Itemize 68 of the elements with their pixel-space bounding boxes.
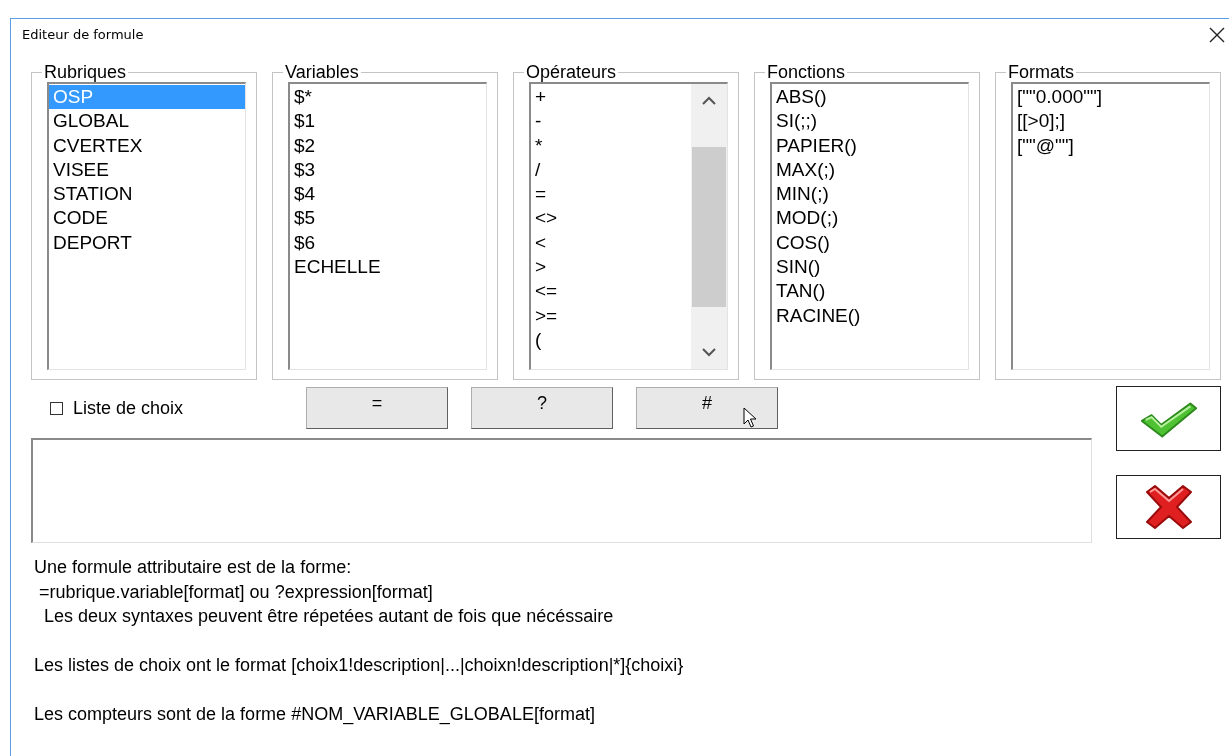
list-item[interactable]: * (531, 133, 691, 158)
checkbox-label[interactable]: Liste de choix (73, 397, 184, 419)
list-item[interactable]: [""@""] (1013, 133, 1209, 158)
list-item[interactable]: [[>0];] (1013, 109, 1209, 134)
list-item[interactable]: PAPIER() (772, 133, 968, 158)
checkbox[interactable] (50, 401, 63, 415)
list-item[interactable]: SI(;;) (772, 109, 968, 134)
list-box[interactable]: ABS() SI(;;) PAPIER() MAX(;) MIN(;) MOD(;) COS() SIN() TAN() RACINE() (770, 82, 969, 370)
list-item[interactable]: $1 (290, 109, 486, 134)
list-item[interactable]: MIN(;) (772, 182, 968, 207)
help-text: Les compteurs sont de la forme #NOM_VARIABLE_GLOBALE[format] (33, 703, 596, 727)
list-item[interactable]: $* (290, 85, 486, 110)
scroll-up-icon[interactable] (701, 96, 717, 106)
insert-button[interactable]: = (306, 387, 448, 429)
list-item[interactable]: ABS() (772, 85, 968, 110)
list-box[interactable]: [""0.000""] [[>0];] [""@""] (1011, 82, 1210, 370)
close-icon[interactable] (1209, 26, 1225, 43)
scroll-thumb[interactable] (692, 146, 726, 307)
list-item[interactable]: CVERTEX (49, 133, 245, 158)
help-text: Les deux syntaxes peuvent être répetées autant de fois que nécéssaire (43, 605, 615, 628)
cancel-button[interactable] (1116, 475, 1221, 539)
list-item[interactable]: = (531, 182, 691, 207)
list-item[interactable]: RACINE() (772, 303, 968, 328)
list-item[interactable]: SIN() (772, 255, 968, 280)
list-item[interactable]: >= (531, 303, 691, 328)
list-item[interactable]: STATION (49, 182, 245, 207)
group-label: Fonctions (766, 62, 847, 82)
list-item[interactable]: <> (531, 206, 691, 231)
list-item[interactable]: $3 (290, 157, 486, 183)
group-label: Variables (284, 62, 360, 82)
list-item[interactable]: MOD(;) (772, 206, 968, 231)
list-box[interactable]: $* $1 $2 $3 $4 $5 $6 ECHELLE (288, 82, 487, 370)
mouse-cursor-icon (743, 407, 757, 429)
insert-button[interactable]: # (636, 387, 778, 429)
ok-button[interactable] (1116, 386, 1221, 451)
window-title: Editeur de formule (22, 27, 144, 42)
list-item[interactable]: - (531, 109, 691, 134)
list-item[interactable]: < (531, 230, 691, 256)
list-item[interactable]: <= (531, 279, 691, 304)
list-item[interactable]: VISEE (49, 157, 245, 183)
group-label: Rubriques (43, 62, 128, 82)
list-item[interactable]: TAN() (772, 279, 968, 304)
list-item[interactable]: / (531, 157, 691, 183)
list-box[interactable]: + - * / = <> < > <= >= ( (529, 82, 728, 370)
list-item[interactable]: MAX(;) (772, 157, 968, 183)
list-item[interactable]: $6 (290, 230, 486, 256)
list-box[interactable]: OSP GLOBAL CVERTEX VISEE STATION CODE DEPORT (47, 82, 246, 370)
list-item[interactable]: $4 (290, 182, 486, 207)
list-item[interactable]: DEPORT (49, 230, 245, 256)
scrollbar[interactable] (691, 84, 727, 369)
list-item[interactable]: GLOBAL (49, 109, 245, 134)
formula-field[interactable] (31, 438, 1092, 543)
list-item[interactable]: $5 (290, 206, 486, 231)
help-text: =rubrique.variable[format] ou ?expression[format] (38, 580, 434, 604)
list-item[interactable]: ECHELLE (290, 255, 486, 280)
insert-button[interactable]: ? (471, 387, 613, 429)
list-item[interactable]: COS() (772, 230, 968, 256)
list-item[interactable]: ( (531, 327, 691, 353)
scroll-down-icon[interactable] (701, 347, 717, 357)
help-text: Les listes de choix ont le format [choix1!description|...|choixn!description|*]{choixi} (33, 654, 685, 677)
list-item[interactable]: [""0.000""] (1013, 85, 1209, 110)
list-item[interactable]: $2 (290, 133, 486, 158)
list-item[interactable]: CODE (49, 206, 245, 231)
group-label: Formats (1007, 62, 1075, 82)
group-label: Opérateurs (525, 62, 618, 82)
list-item[interactable]: > (531, 255, 691, 280)
list-item[interactable]: + (531, 85, 691, 110)
help-text: Une formule attributaire est de la forme: (33, 556, 353, 579)
